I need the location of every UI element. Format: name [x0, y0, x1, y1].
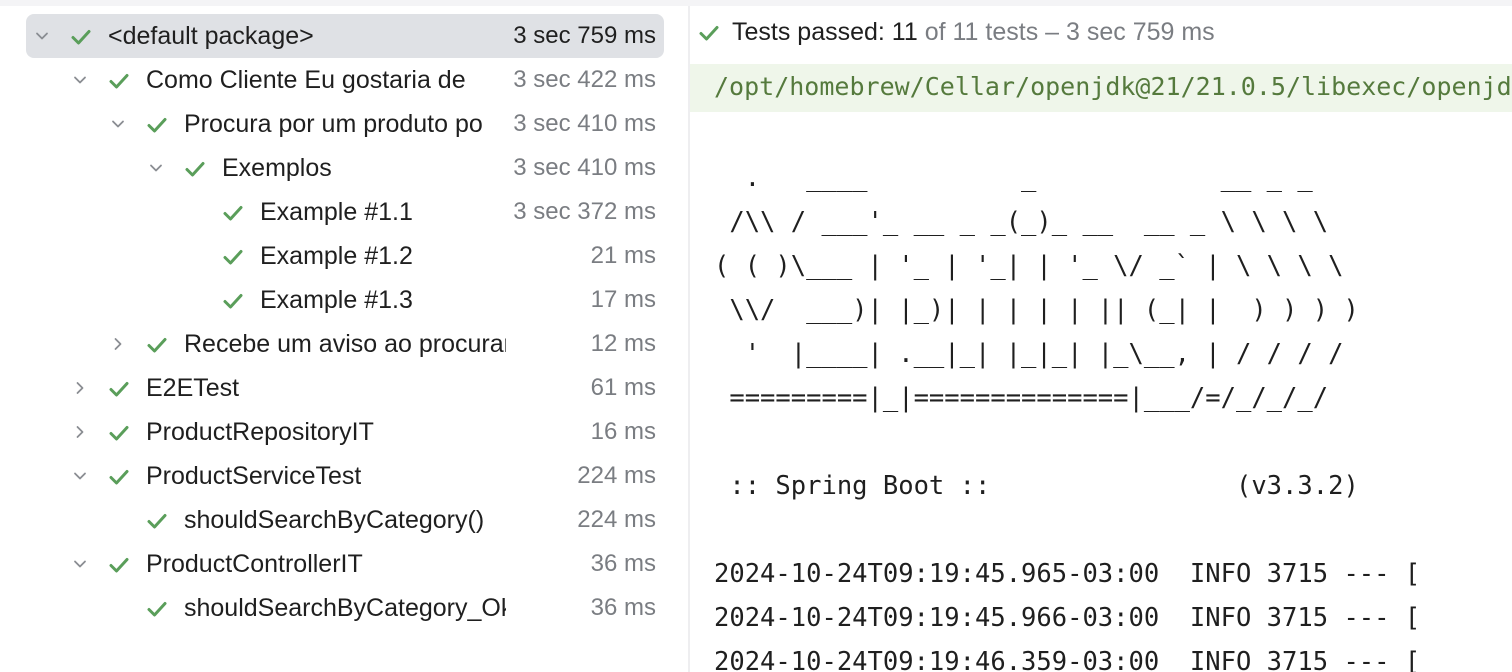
- check-icon: [70, 26, 92, 48]
- test-name: Example #1.3: [260, 286, 413, 314]
- test-status-text: Tests passed: 11 of 11 tests – 3 sec 759…: [732, 18, 1215, 46]
- console-line: \\/ ___)| |_)| | | | | || (_| | ) ) ) ): [714, 295, 1359, 325]
- test-name: E2ETest: [146, 374, 240, 402]
- test-duration: 61 ms: [590, 374, 656, 401]
- test-name: Como Cliente Eu gostaria de: [146, 66, 466, 94]
- test-name: shouldSearchByCategory(): [184, 506, 485, 534]
- check-icon: [146, 510, 168, 532]
- test-name: Recebe um aviso ao procurar cat: [184, 330, 506, 358]
- tests-passed-label: Tests passed: 11: [732, 18, 918, 46]
- tests-summary-detail: of 11 tests – 3 sec 759 ms: [917, 18, 1215, 46]
- console-panel[interactable]: Tests passed: 11 of 11 tests – 3 sec 759…: [690, 6, 1512, 672]
- test-duration: 16 ms: [590, 418, 656, 445]
- console-line: . ____ _ __ _ _: [714, 163, 1313, 193]
- test-name: ProductControllerIT: [146, 550, 363, 578]
- test-duration: 36 ms: [590, 594, 656, 621]
- chevron-right-icon[interactable]: [70, 378, 90, 398]
- tree-row[interactable]: Exemplos 3 sec 410 ms: [26, 146, 664, 190]
- tree-row[interactable]: Example #1.2 21 ms: [26, 234, 664, 278]
- check-icon: [222, 246, 244, 268]
- check-icon: [108, 466, 130, 488]
- check-icon: [108, 70, 130, 92]
- test-name: ProductRepositoryIT: [146, 418, 374, 446]
- test-name: Procura por um produto po: [184, 110, 483, 138]
- tree-row[interactable]: Recebe um aviso ao procurar cat 12 ms: [26, 322, 664, 366]
- tree-row[interactable]: ProductRepositoryIT 16 ms: [26, 410, 664, 454]
- check-icon: [108, 554, 130, 576]
- test-duration: 17 ms: [590, 286, 656, 313]
- chevron-down-icon[interactable]: [108, 114, 128, 134]
- tree-row[interactable]: ProductServiceTest 224 ms: [26, 454, 664, 498]
- test-duration: 224 ms: [577, 462, 656, 489]
- launch-command[interactable]: /opt/homebrew/Cellar/openjdk@21/21.0.5/l…: [714, 72, 1512, 102]
- test-duration: 3 sec 759 ms: [513, 22, 656, 49]
- test-duration: 3 sec 422 ms: [513, 66, 656, 93]
- tree-row[interactable]: Example #1.1 3 sec 372 ms: [26, 190, 664, 234]
- tree-row[interactable]: shouldSearchByCategory() 224 ms: [26, 498, 664, 542]
- console-output[interactable]: . ____ _ __ _ _ /\\ / ___'_ __ _ _(_)_ _…: [714, 156, 1420, 672]
- check-icon: [698, 22, 720, 44]
- console-line: /\\ / ___'_ __ _ _(_)_ __ __ _ \ \ \ \: [714, 207, 1329, 237]
- chevron-down-icon[interactable]: [32, 26, 52, 46]
- test-name: Example #1.2: [260, 242, 413, 270]
- test-status-bar: Tests passed: 11 of 11 tests – 3 sec 759…: [690, 6, 1512, 60]
- check-icon: [222, 202, 244, 224]
- test-duration: 36 ms: [590, 550, 656, 577]
- check-icon: [184, 158, 206, 180]
- tree-row[interactable]: E2ETest 61 ms: [26, 366, 664, 410]
- test-name: Exemplos: [222, 154, 332, 182]
- test-duration: 12 ms: [590, 330, 656, 357]
- check-icon: [108, 378, 130, 400]
- test-duration: 224 ms: [577, 506, 656, 533]
- chevron-down-icon[interactable]: [70, 466, 90, 486]
- console-line: 2024-10-24T09:19:45.966-03:00 INFO 3715 …: [714, 603, 1421, 633]
- tree-row[interactable]: Example #1.3 17 ms: [26, 278, 664, 322]
- test-name: <default package>: [108, 22, 314, 50]
- test-duration: 3 sec 410 ms: [513, 110, 656, 137]
- chevron-right-icon[interactable]: [70, 422, 90, 442]
- console-line: :: Spring Boot :: (v3.3.2): [714, 471, 1359, 501]
- tree-row[interactable]: Como Cliente Eu gostaria de 3 sec 422 ms: [26, 58, 664, 102]
- check-icon: [146, 114, 168, 136]
- check-icon: [146, 598, 168, 620]
- console-line: =========|_|==============|___/=/_/_/_/: [714, 383, 1329, 413]
- tree-row[interactable]: Procura por um produto po 3 sec 410 ms: [26, 102, 664, 146]
- console-line: 2024-10-24T09:19:46.359-03:00 INFO 3715 …: [714, 647, 1421, 672]
- test-name: ProductServiceTest: [146, 462, 362, 490]
- test-tree-panel[interactable]: <default package> 3 sec 759 ms Como Client…: [0, 6, 688, 672]
- check-icon: [108, 422, 130, 444]
- chevron-down-icon[interactable]: [146, 158, 166, 178]
- test-name: shouldSearchByCategory_Ok(): [184, 594, 506, 622]
- tree-row[interactable]: <default package> 3 sec 759 ms: [26, 14, 664, 58]
- test-duration: 3 sec 372 ms: [513, 198, 656, 225]
- tree-row[interactable]: shouldSearchByCategory_Ok() 36 ms: [26, 586, 664, 630]
- console-line: ( ( )\___ | '_ | '_| | '_ \/ _` | \ \ \ …: [714, 251, 1344, 281]
- test-duration: 3 sec 410 ms: [513, 154, 656, 181]
- check-icon: [222, 290, 244, 312]
- launch-command-line[interactable]: /opt/homebrew/Cellar/openjdk@21/21.0.5/l…: [690, 64, 1512, 112]
- test-duration: 21 ms: [590, 242, 656, 269]
- check-icon: [146, 334, 168, 356]
- console-line: ' |____| .__|_| |_|_| |_\__, | / / / /: [714, 339, 1344, 369]
- chevron-down-icon[interactable]: [70, 554, 90, 574]
- chevron-down-icon[interactable]: [70, 70, 90, 90]
- console-line: 2024-10-24T09:19:45.965-03:00 INFO 3715 …: [714, 559, 1421, 589]
- tree-row[interactable]: ProductControllerIT 36 ms: [26, 542, 664, 586]
- test-name: Example #1.1: [260, 198, 413, 226]
- chevron-right-icon[interactable]: [108, 334, 128, 354]
